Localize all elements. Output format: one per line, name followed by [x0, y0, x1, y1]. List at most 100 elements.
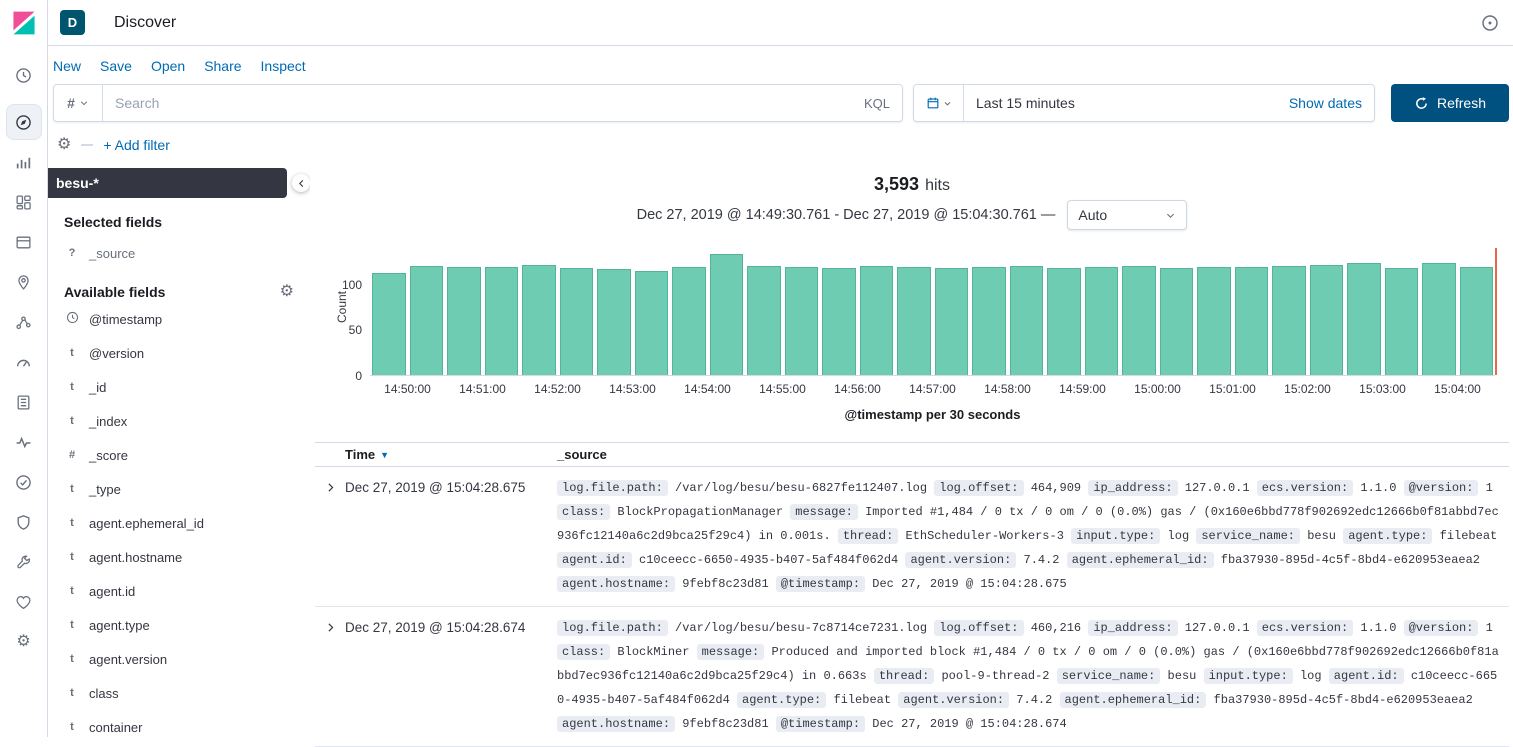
- filter-settings-gear-icon[interactable]: ⚙: [57, 137, 71, 153]
- field-item-agent.type[interactable]: tagent.type: [64, 608, 294, 642]
- time-range-value[interactable]: Last 15 minutes: [976, 95, 1075, 111]
- nav-item-recently-viewed[interactable]: [7, 58, 41, 92]
- nav-item-canvas[interactable]: [7, 225, 41, 259]
- histogram-bar[interactable]: [1047, 268, 1081, 375]
- histogram-bar[interactable]: [1460, 267, 1494, 375]
- saved-query-menu-button[interactable]: #: [54, 85, 103, 121]
- show-dates-button[interactable]: Show dates: [1289, 95, 1362, 111]
- histogram-bar[interactable]: [860, 266, 894, 375]
- histogram-bar[interactable]: [1310, 265, 1344, 375]
- field-item-_id[interactable]: t_id: [64, 370, 294, 404]
- field-type-icon: t: [64, 347, 80, 359]
- histogram-bar[interactable]: [1160, 268, 1194, 375]
- sidebar-collapse-button[interactable]: [292, 174, 310, 192]
- histogram-bar[interactable]: [935, 268, 969, 375]
- time-range-display[interactable]: Last 15 minutes Show dates: [964, 85, 1374, 121]
- histogram-bar[interactable]: [972, 267, 1006, 375]
- search-input[interactable]: [103, 85, 864, 121]
- space-avatar[interactable]: D: [60, 10, 85, 35]
- field-name: class: [89, 686, 119, 701]
- histogram-bar[interactable]: [1272, 266, 1306, 375]
- field-item-_source[interactable]: ?_source: [64, 238, 294, 268]
- filter-bar: ⚙ + Add filter: [57, 132, 170, 158]
- x-tick-label: 14:55:00: [759, 382, 806, 396]
- histogram-bar[interactable]: [635, 271, 669, 375]
- histogram-bar[interactable]: [710, 254, 744, 375]
- refresh-button[interactable]: Refresh: [1391, 84, 1509, 122]
- x-tick-label: 15:02:00: [1284, 382, 1331, 396]
- histogram-bar[interactable]: [1085, 267, 1119, 375]
- histogram-plot: [370, 248, 1495, 376]
- histogram-bar[interactable]: [410, 266, 444, 375]
- histogram-bar[interactable]: [822, 268, 856, 375]
- histogram-bar[interactable]: [372, 273, 406, 376]
- breadcrumb: Discover: [114, 14, 176, 32]
- kibana-logo[interactable]: [11, 10, 37, 41]
- field-item-_index[interactable]: t_index: [64, 404, 294, 438]
- histogram-bar[interactable]: [747, 266, 781, 375]
- field-item-agent.id[interactable]: tagent.id: [64, 574, 294, 608]
- time-column-header[interactable]: Time ▼: [345, 447, 557, 462]
- field-item-agent.hostname[interactable]: tagent.hostname: [64, 540, 294, 574]
- nav-item-dashboard[interactable]: [7, 185, 41, 219]
- expand-row-button[interactable]: [324, 621, 337, 639]
- nav-item-monitoring[interactable]: [7, 585, 41, 619]
- histogram-bar[interactable]: [1347, 263, 1381, 375]
- nav-item-metrics[interactable]: [7, 345, 41, 379]
- menu-item-share[interactable]: Share: [204, 58, 241, 74]
- interval-select[interactable]: Auto: [1067, 200, 1187, 230]
- histogram-bar[interactable]: [672, 267, 706, 375]
- histogram-bar[interactable]: [560, 268, 594, 375]
- query-language-toggle[interactable]: KQL: [864, 96, 902, 111]
- nav-item-discover[interactable]: [7, 105, 41, 139]
- field-value: pool-9-thread-2: [941, 669, 1049, 683]
- histogram-bar[interactable]: [1422, 263, 1456, 375]
- field-item-container[interactable]: tcontainer: [64, 710, 294, 737]
- histogram-bar[interactable]: [1010, 266, 1044, 375]
- field-item-_score[interactable]: #_score: [64, 438, 294, 472]
- histogram-bar[interactable]: [447, 267, 481, 375]
- nav-item-uptime[interactable]: [7, 465, 41, 499]
- nav-item-logs[interactable]: [7, 385, 41, 419]
- field-item-agent.ephemeral_id[interactable]: tagent.ephemeral_id: [64, 506, 294, 540]
- nav-item-machine-learning[interactable]: [7, 305, 41, 339]
- header-menu-icon[interactable]: [1481, 14, 1499, 32]
- selected-fields-heading: Selected fields: [64, 214, 294, 230]
- histogram-bar[interactable]: [597, 269, 631, 375]
- nav-item-apm[interactable]: [7, 425, 41, 459]
- field-badge: log.offset:: [934, 620, 1023, 636]
- field-settings-gear-icon[interactable]: ⚙: [280, 284, 294, 300]
- field-value: 7.4.2: [1024, 553, 1060, 567]
- date-quick-select-button[interactable]: [914, 85, 964, 121]
- add-filter-button[interactable]: + Add filter: [103, 137, 170, 153]
- histogram-bar[interactable]: [1122, 266, 1156, 375]
- field-badge: ip_address:: [1088, 620, 1177, 636]
- field-item-class[interactable]: tclass: [64, 676, 294, 710]
- menu-item-open[interactable]: Open: [151, 58, 185, 74]
- field-item-@version[interactable]: t@version: [64, 336, 294, 370]
- field-item-@timestamp[interactable]: @timestamp: [64, 302, 294, 336]
- chevron-right-icon: [324, 621, 337, 634]
- field-item-_type[interactable]: t_type: [64, 472, 294, 506]
- histogram-bar[interactable]: [897, 267, 931, 375]
- histogram-bar[interactable]: [785, 267, 819, 375]
- histogram-bar[interactable]: [522, 265, 556, 375]
- histogram-bar[interactable]: [1235, 267, 1269, 375]
- histogram-bar[interactable]: [485, 267, 519, 375]
- field-item-agent.version[interactable]: tagent.version: [64, 642, 294, 676]
- visualize-icon: [15, 154, 32, 171]
- field-badge: thread:: [838, 528, 898, 544]
- nav-item-visualize[interactable]: [7, 145, 41, 179]
- nav-item-management[interactable]: ⚙: [7, 625, 41, 659]
- nav-item-maps[interactable]: [7, 265, 41, 299]
- menu-item-save[interactable]: Save: [100, 58, 132, 74]
- expand-row-button[interactable]: [324, 481, 337, 499]
- nav-item-siem[interactable]: [7, 505, 41, 539]
- histogram-bar[interactable]: [1197, 267, 1231, 375]
- histogram-bar[interactable]: [1385, 268, 1419, 375]
- nav-item-dev-tools[interactable]: [7, 545, 41, 579]
- index-pattern-selector[interactable]: besu-*: [48, 168, 287, 198]
- x-tick-label: 15:01:00: [1209, 382, 1256, 396]
- menu-item-inspect[interactable]: Inspect: [261, 58, 306, 74]
- menu-item-new[interactable]: New: [53, 58, 81, 74]
